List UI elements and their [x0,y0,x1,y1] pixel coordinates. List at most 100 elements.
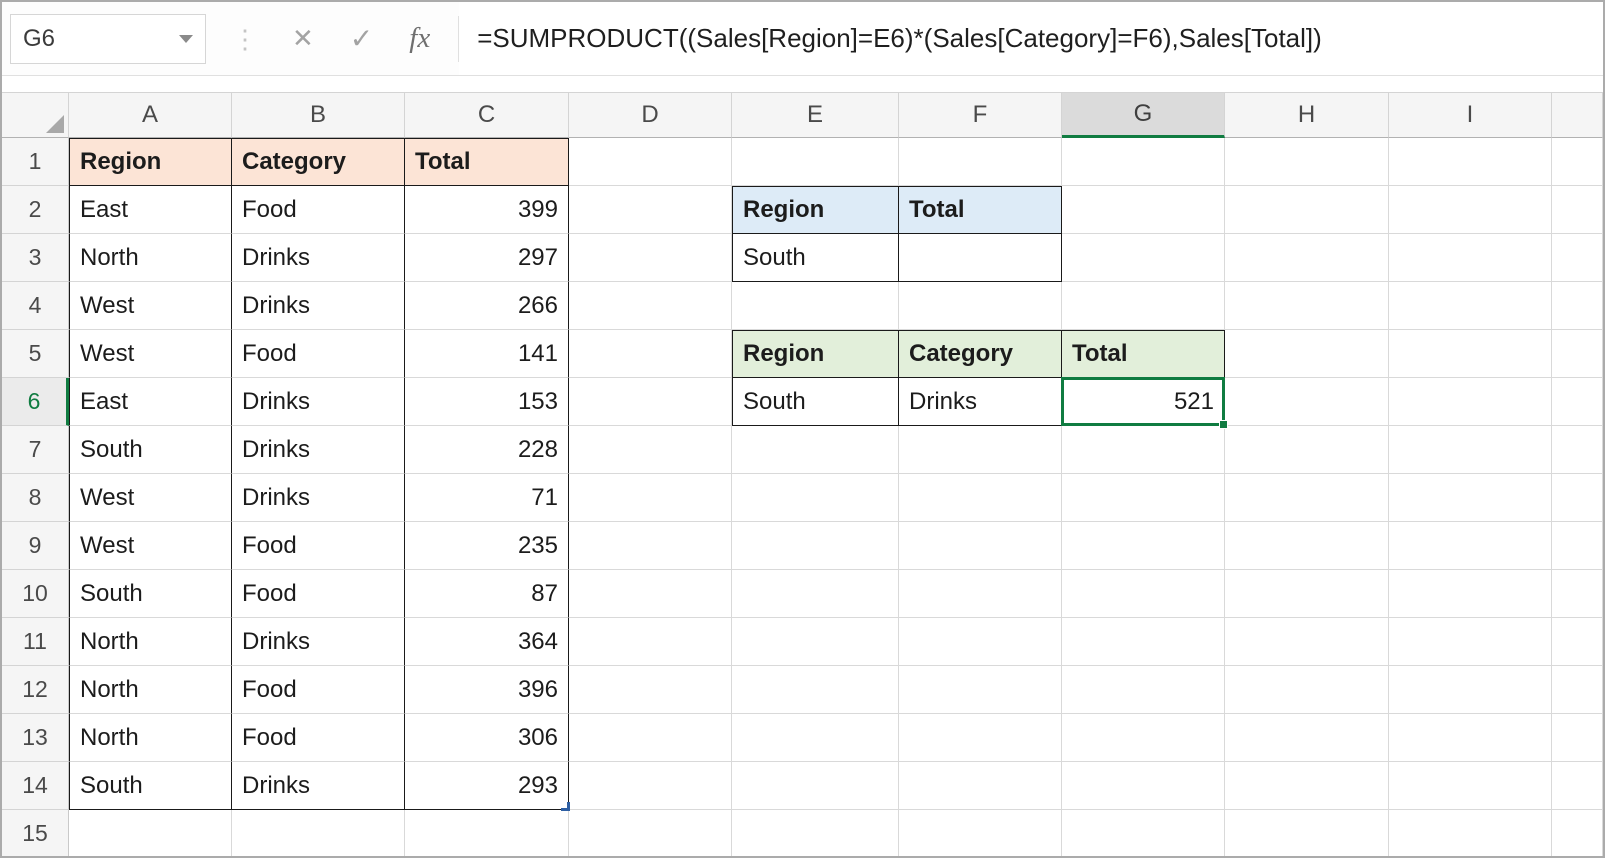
cell-F9[interactable] [899,522,1062,570]
cell-I14[interactable] [1389,762,1552,810]
cell-G3[interactable] [1062,234,1225,282]
cell-F4[interactable] [899,282,1062,330]
cell-offscreen[interactable] [1552,522,1603,570]
cell-F2[interactable]: Total [899,186,1062,234]
cell-A2[interactable]: East [69,186,232,234]
cell-D15[interactable] [569,810,732,856]
row-header-12[interactable]: 12 [2,666,69,714]
cell-H5[interactable] [1225,330,1389,378]
row-header-2[interactable]: 2 [2,186,69,234]
cell-D4[interactable] [569,282,732,330]
cell-I12[interactable] [1389,666,1552,714]
cell-G9[interactable] [1062,522,1225,570]
cell-E1[interactable] [732,138,899,186]
cell-C15[interactable] [405,810,569,856]
cell-A14[interactable]: South [69,762,232,810]
column-header-C[interactable]: C [405,92,569,138]
cell-B5[interactable]: Food [232,330,405,378]
cell-I5[interactable] [1389,330,1552,378]
cell-C6[interactable]: 153 [405,378,569,426]
row-header-4[interactable]: 4 [2,282,69,330]
cell-D9[interactable] [569,522,732,570]
cell-D1[interactable] [569,138,732,186]
cell-A15[interactable] [69,810,232,856]
cell-F6[interactable]: Drinks [899,378,1062,426]
cell-E15[interactable] [732,810,899,856]
row-header-15[interactable]: 15 [2,810,69,856]
insert-function-icon[interactable]: fx [409,22,430,55]
cell-E14[interactable] [732,762,899,810]
cell-D10[interactable] [569,570,732,618]
cell-H14[interactable] [1225,762,1389,810]
cell-B2[interactable]: Food [232,186,405,234]
cell-C1[interactable]: Total [405,138,569,186]
cell-H9[interactable] [1225,522,1389,570]
table-resize-handle[interactable] [561,802,570,811]
cell-H7[interactable] [1225,426,1389,474]
cell-G10[interactable] [1062,570,1225,618]
cell-F5[interactable]: Category [899,330,1062,378]
cell-C7[interactable]: 228 [405,426,569,474]
cell-F11[interactable] [899,618,1062,666]
cell-B15[interactable] [232,810,405,856]
cell-offscreen[interactable] [1552,762,1603,810]
cell-C4[interactable]: 266 [405,282,569,330]
cell-A11[interactable]: North [69,618,232,666]
cell-C11[interactable]: 364 [405,618,569,666]
cell-F7[interactable] [899,426,1062,474]
cell-A6[interactable]: East [69,378,232,426]
cell-I3[interactable] [1389,234,1552,282]
fill-handle[interactable] [1219,420,1228,429]
cell-G8[interactable] [1062,474,1225,522]
cell-G11[interactable] [1062,618,1225,666]
cell-F10[interactable] [899,570,1062,618]
cell-H6[interactable] [1225,378,1389,426]
cell-C5[interactable]: 141 [405,330,569,378]
cell-offscreen[interactable] [1552,378,1603,426]
cell-B8[interactable]: Drinks [232,474,405,522]
cell-I1[interactable] [1389,138,1552,186]
cell-F14[interactable] [899,762,1062,810]
cell-G15[interactable] [1062,810,1225,856]
cell-D3[interactable] [569,234,732,282]
cell-offscreen[interactable] [1552,474,1603,522]
cell-B13[interactable]: Food [232,714,405,762]
select-all-button[interactable] [2,92,69,138]
cell-F8[interactable] [899,474,1062,522]
cell-F1[interactable] [899,138,1062,186]
cell-G12[interactable] [1062,666,1225,714]
cell-I11[interactable] [1389,618,1552,666]
cell-E6[interactable]: South [732,378,899,426]
cell-I10[interactable] [1389,570,1552,618]
cell-I4[interactable] [1389,282,1552,330]
cell-D13[interactable] [569,714,732,762]
cell-G7[interactable] [1062,426,1225,474]
cell-C13[interactable]: 306 [405,714,569,762]
cell-F15[interactable] [899,810,1062,856]
cell-E4[interactable] [732,282,899,330]
cell-A9[interactable]: West [69,522,232,570]
cell-I7[interactable] [1389,426,1552,474]
cell-I15[interactable] [1389,810,1552,856]
cell-H11[interactable] [1225,618,1389,666]
cell-C8[interactable]: 71 [405,474,569,522]
cell-offscreen[interactable] [1552,426,1603,474]
cell-B3[interactable]: Drinks [232,234,405,282]
cell-D8[interactable] [569,474,732,522]
cell-D7[interactable] [569,426,732,474]
cell-B6[interactable]: Drinks [232,378,405,426]
cell-G1[interactable] [1062,138,1225,186]
cell-B9[interactable]: Food [232,522,405,570]
cell-E2[interactable]: Region [732,186,899,234]
cell-I8[interactable] [1389,474,1552,522]
cell-G6[interactable]: 521 [1061,377,1228,429]
cell-B1[interactable]: Category [232,138,405,186]
cell-G14[interactable] [1062,762,1225,810]
cell-C2[interactable]: 399 [405,186,569,234]
cell-H4[interactable] [1225,282,1389,330]
row-header-5[interactable]: 5 [2,330,69,378]
cell-E9[interactable] [732,522,899,570]
cell-offscreen[interactable] [1552,234,1603,282]
cell-C12[interactable]: 396 [405,666,569,714]
cell-I6[interactable] [1389,378,1552,426]
